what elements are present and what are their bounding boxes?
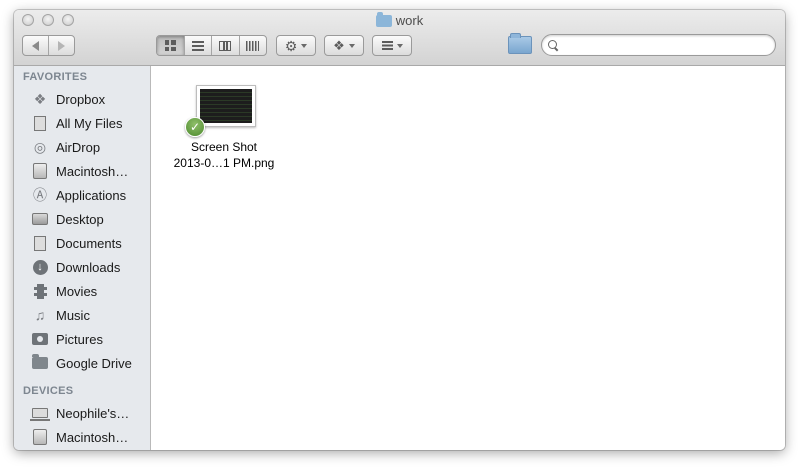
folder-icon[interactable]: [508, 33, 532, 54]
finder-window: work ⚙ ❖ FAVORITES ❖ Dropbox All My File…: [14, 10, 785, 450]
sidebar-item-label: Dropbox: [56, 91, 106, 107]
documents-icon: [31, 235, 49, 251]
sidebar-item-label: Macintosh…: [56, 163, 129, 179]
list-view-button[interactable]: [183, 36, 212, 55]
sidebar-item-label: AirDrop: [56, 139, 101, 155]
chevron-down-icon: [396, 43, 403, 48]
chevron-down-icon: [348, 43, 355, 48]
sidebar-item-label: Movies: [56, 283, 98, 299]
back-forward-buttons: [22, 35, 75, 56]
sidebar-item-music[interactable]: ♫ Music: [14, 303, 150, 327]
sidebar-item-label: Applications: [56, 187, 127, 203]
sidebar-item-pictures[interactable]: Pictures: [14, 327, 150, 351]
downloads-icon: ↓: [31, 259, 49, 275]
file-browser-content: ✓ Screen Shot 2013-0…1 PM.png: [152, 67, 785, 450]
sidebar-item-label: Macintosh…: [56, 429, 129, 445]
sidebar-item-applications[interactable]: Ⓐ Applications: [14, 183, 150, 207]
file-item[interactable]: ✓ Screen Shot 2013-0…1 PM.png: [165, 85, 283, 171]
arrange-icon: [381, 41, 393, 50]
cover-flow-icon: [246, 40, 260, 51]
dropbox-icon: ❖: [333, 38, 345, 53]
dropbox-menu-button[interactable]: ❖: [324, 35, 364, 56]
column-view-icon: [219, 40, 232, 51]
sidebar-item-label: Pictures: [56, 331, 103, 347]
forward-button[interactable]: [48, 36, 74, 55]
icon-view-icon: [164, 40, 176, 51]
view-mode-selector: [156, 35, 267, 56]
sidebar-item-airdrop[interactable]: ◎ AirDrop: [14, 135, 150, 159]
toolbar: work ⚙ ❖: [14, 10, 785, 66]
sidebar-item-label: Neophile's…: [56, 405, 130, 421]
sidebar-item-macintosh-hd-device[interactable]: Macintosh…: [14, 425, 150, 449]
pictures-icon: [31, 331, 49, 347]
favorites-header: FAVORITES: [23, 71, 88, 83]
chevron-down-icon: [301, 43, 308, 48]
dropbox-icon: ❖: [33, 90, 47, 107]
hard-disk-icon: [31, 163, 49, 179]
search-field[interactable]: [541, 34, 776, 56]
sidebar-item-movies[interactable]: Movies: [14, 279, 150, 303]
sidebar-item-desktop[interactable]: Desktop: [14, 207, 150, 231]
movies-icon: [31, 283, 49, 299]
file-name: Screen Shot 2013-0…1 PM.png: [165, 139, 283, 171]
music-icon: ♫: [34, 307, 46, 323]
folder-icon: [375, 11, 392, 27]
all-my-files-icon: [31, 115, 49, 131]
sidebar-item-downloads[interactable]: ↓ Downloads: [14, 255, 150, 279]
list-view-icon: [191, 40, 204, 51]
desktop-icon: [31, 211, 49, 227]
search-input[interactable]: [563, 38, 775, 52]
sidebar: FAVORITES ❖ Dropbox All My Files ◎ AirDr…: [14, 66, 151, 450]
arrange-menu-button[interactable]: [372, 35, 412, 56]
sidebar-item-label: Downloads: [56, 259, 121, 275]
sidebar-item-label: All My Files: [56, 115, 123, 131]
file-name-line-1: Screen Shot: [190, 140, 258, 154]
sidebar-item-label: Google Drive: [56, 355, 132, 371]
sidebar-item-label: Desktop: [56, 211, 104, 227]
gear-icon: ⚙: [284, 37, 298, 54]
search-icon: [548, 39, 559, 51]
devices-header: DEVICES: [23, 385, 74, 397]
column-view-button[interactable]: [211, 36, 239, 55]
screenshot-preview: [200, 89, 252, 123]
folder-icon: [31, 354, 49, 371]
cover-flow-view-button[interactable]: [238, 36, 267, 55]
file-thumbnail: [196, 85, 256, 127]
airdrop-icon: ◎: [33, 138, 47, 155]
chevron-right-icon: [58, 40, 65, 51]
action-menu-button[interactable]: ⚙: [276, 35, 316, 56]
sidebar-item-label: Documents: [56, 235, 122, 251]
sidebar-item-documents[interactable]: Documents: [14, 231, 150, 255]
sidebar-item-macintosh-hd[interactable]: Macintosh…: [14, 159, 150, 183]
window-title: work: [14, 11, 785, 28]
window-title-text: work: [395, 13, 424, 28]
sync-check-icon: ✓: [185, 117, 205, 137]
sidebar-item-label: Music: [56, 307, 90, 323]
laptop-icon: [30, 405, 50, 421]
sidebar-item-computer[interactable]: Neophile's…: [14, 401, 150, 425]
sidebar-item-google-drive[interactable]: Google Drive: [14, 351, 150, 375]
icon-view-button[interactable]: [157, 36, 184, 55]
file-name-line-2: 2013-0…1 PM.png: [173, 156, 275, 170]
sidebar-item-dropbox[interactable]: ❖ Dropbox: [14, 87, 150, 111]
sidebar-item-all-my-files[interactable]: All My Files: [14, 111, 150, 135]
applications-icon: Ⓐ: [33, 187, 47, 203]
chevron-left-icon: [32, 40, 39, 51]
back-button[interactable]: [23, 36, 48, 55]
hard-disk-icon: [31, 429, 49, 445]
